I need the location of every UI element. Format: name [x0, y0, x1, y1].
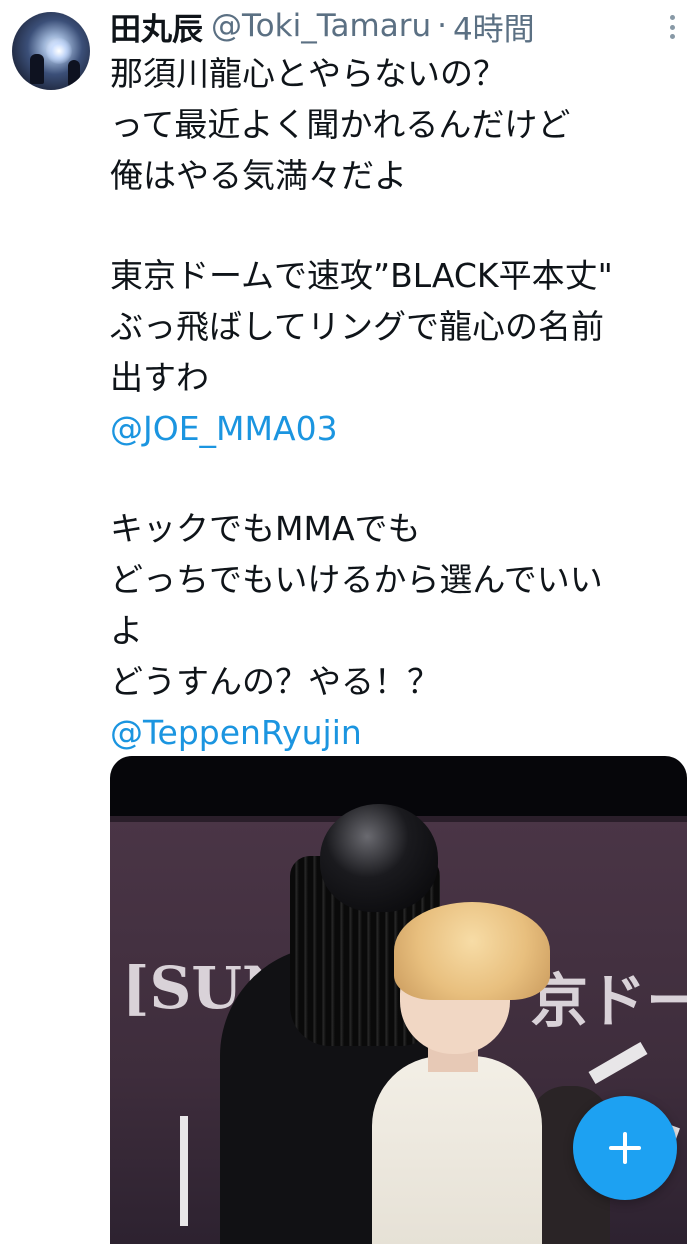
more-dot: [669, 24, 675, 30]
more-dot: [669, 15, 675, 20]
plus-icon: [623, 1132, 627, 1164]
tweet-text: 那須川龍心とやらないの？ って最近よく聞かれるんだけど 俺はやる気満々だよ 東京…: [110, 48, 680, 758]
avatar-figure: [30, 54, 44, 84]
more-dot: [669, 34, 675, 39]
more-vertical-icon[interactable]: [662, 12, 682, 42]
avatar-light: [46, 38, 72, 64]
tweet-line: キックでもMMAでも: [110, 509, 421, 548]
tweet-header: 田丸辰 @Toki_Tamaru · 4時間: [110, 4, 535, 48]
tweet[interactable]: 田丸辰 @Toki_Tamaru · 4時間 那須川龍心とやらないの？ って最近…: [0, 0, 699, 1244]
tweet-line: 東京ドームで速攻”BLACK平本丈": [110, 256, 613, 295]
tweet-line: って最近よく聞かれるんだけど: [110, 105, 571, 144]
tweet-line: どっちでもいけるから選んでいい: [110, 560, 603, 599]
man-in-black-head: [320, 804, 438, 912]
compose-tweet-button[interactable]: [573, 1096, 677, 1200]
tweet-line: どうすんの？やる！？: [110, 662, 440, 701]
separator-dot: ·: [437, 8, 447, 44]
mention-link[interactable]: @TeppenRyujin: [110, 707, 680, 758]
fighter-blond-hair: [394, 902, 550, 1000]
timestamp[interactable]: 4時間: [453, 4, 535, 49]
backdrop-sign-right: 京ドー: [530, 967, 687, 1035]
avatar-figure: [68, 60, 80, 86]
user-handle[interactable]: @Toki_Tamaru: [211, 8, 431, 44]
avatar[interactable]: [12, 12, 90, 90]
tweet-line: 出すわ: [110, 358, 209, 397]
tweet-line: よ: [110, 611, 143, 650]
tweet-line: ぶっ飛ばしてリングで龍心の名前: [110, 307, 605, 346]
tweet-line: 俺はやる気満々だよ: [110, 156, 407, 195]
mention-link[interactable]: @JOE_MMA03: [110, 403, 680, 454]
fighter-jacket: [372, 1056, 542, 1244]
backdrop-brush-stroke: [180, 1116, 188, 1226]
display-name[interactable]: 田丸辰: [110, 4, 203, 49]
tweet-line: 那須川龍心とやらないの？: [110, 54, 506, 93]
